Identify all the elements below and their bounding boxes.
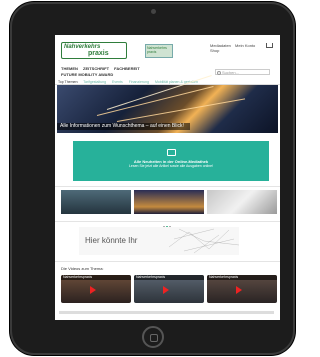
video-thumbnail[interactable]: Nahverkehrspraxis <box>207 275 277 303</box>
site-logo[interactable]: Nahverkehrs praxis <box>61 42 127 59</box>
video-title: Nahverkehrspraxis <box>207 275 277 280</box>
header-links: Mediadaten Mein Konto Shop <box>210 43 260 53</box>
nav-fachbereit[interactable]: FACHBEREIT <box>114 66 140 71</box>
videos-heading: Die Videos zum Thema: <box>61 266 104 271</box>
image-carousel[interactable] <box>61 190 277 214</box>
link-shop[interactable]: Shop <box>210 48 219 53</box>
topic-link[interactable]: Finanzierung <box>129 80 149 84</box>
nav-award[interactable]: FUTURE MOBILITY AWARD <box>61 72 113 77</box>
carousel-image[interactable] <box>61 190 131 214</box>
page-footer-strip <box>59 311 274 314</box>
ad-banner[interactable]: Hier könnte Ihr <box>79 227 239 255</box>
search-input[interactable]: Suchen... <box>215 69 270 75</box>
promo-subtitle: Lesen Sie jetzt alle Artikel sowie alle … <box>128 164 214 168</box>
divider <box>55 221 280 222</box>
topics-label: Top Themen: <box>58 80 79 84</box>
video-thumbnail[interactable]: Nahverkehrspraxis <box>61 275 131 303</box>
video-title: Nahverkehrspraxis <box>134 275 204 280</box>
nav-themen[interactable]: THEMEN <box>61 66 78 71</box>
network-graphic <box>169 228 239 254</box>
screen-icon <box>166 149 176 156</box>
tablet-frame: Nahverkehrs praxis Nahverkehrs praxis Me… <box>10 2 295 355</box>
video-thumbnail[interactable]: Nahverkehrspraxis <box>134 275 204 303</box>
light-streak <box>96 85 214 116</box>
divider <box>55 186 280 187</box>
main-nav: THEMEN ZEITSCHRIFT FACHBEREIT FUTURE MOB… <box>61 66 201 78</box>
hero-caption: Alle Informationen zum Wunschthema – auf… <box>57 123 190 130</box>
mediathek-banner[interactable]: Alle Neuheiten in der Online-Mediathek L… <box>73 141 269 181</box>
video-title: Nahverkehrspraxis <box>61 275 131 280</box>
magazine-logo[interactable]: Nahverkehrs praxis <box>145 44 173 58</box>
topic-link[interactable]: Events <box>112 80 123 84</box>
magazine-logo-text: Nahverkehrs praxis <box>147 46 167 54</box>
hero-banner[interactable]: Alle Informationen zum Wunschthema – auf… <box>57 75 278 133</box>
cart-icon[interactable] <box>266 43 273 48</box>
play-icon[interactable] <box>90 286 96 294</box>
light-streak <box>116 98 246 122</box>
link-account[interactable]: Mein Konto <box>235 43 255 48</box>
topic-link[interactable]: Tarifgestaltung <box>83 80 106 84</box>
play-icon[interactable] <box>163 286 169 294</box>
carousel-image[interactable] <box>134 190 204 214</box>
search-icon[interactable] <box>217 70 221 75</box>
ad-text: Hier könnte Ihr <box>85 236 138 245</box>
divider <box>55 261 280 262</box>
play-icon[interactable] <box>236 286 242 294</box>
nav-zeitschrift[interactable]: ZEITSCHRIFT <box>83 66 109 71</box>
logo-line2: praxis <box>88 50 109 57</box>
camera <box>151 9 156 14</box>
carousel-image[interactable] <box>207 190 277 214</box>
browser-screen: Nahverkehrs praxis Nahverkehrs praxis Me… <box>55 35 280 320</box>
home-button[interactable] <box>142 326 164 348</box>
